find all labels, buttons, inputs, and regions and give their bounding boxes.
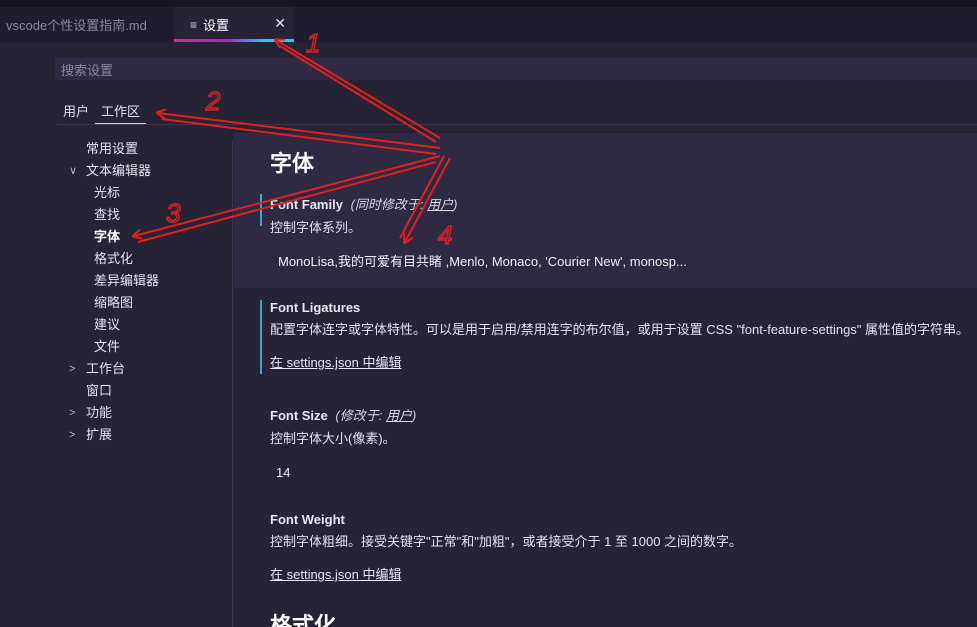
tab-settings[interactable]: ≡ 设置 ✕ — [174, 7, 294, 42]
chevron-right-icon[interactable]: > — [69, 402, 81, 424]
scope-tab-label: 工作区 — [101, 104, 141, 119]
toc-label: 字体 — [94, 229, 121, 244]
toc-label: 格式化 — [94, 251, 134, 266]
lines-icon: ≡ — [190, 17, 198, 32]
toc-label: 差异编辑器 — [94, 273, 160, 288]
chevron-down-icon[interactable]: ∨ — [69, 160, 81, 182]
setting-title: Font Weight — [270, 512, 345, 527]
setting-title: Font Family — [270, 197, 343, 212]
edit-in-settings-json-link[interactable]: 在 settings.json 中编辑 — [270, 564, 975, 583]
toc-item-features[interactable]: > 功能 — [62, 402, 232, 424]
setting-description: 控制字体粗细。接受关键字"正常"和"加粗"，或者接受介于 1 至 1000 之间… — [270, 534, 743, 549]
toc-label: 常用设置 — [86, 141, 139, 156]
setting-description: 控制字体大小(像素)。 — [270, 431, 396, 446]
toc-label: 文本编辑器 — [86, 163, 152, 178]
scope-tab-workspace[interactable]: 工作区 — [95, 96, 147, 124]
scope-divider — [57, 124, 977, 125]
search-placeholder: 搜索设置 — [61, 62, 114, 78]
search-settings-input[interactable]: 搜索设置 — [55, 58, 977, 80]
toc-label: 工作台 — [86, 361, 126, 376]
setting-title: Font Size — [270, 408, 328, 423]
setting-font-ligatures: Font Ligatures 配置字体连字或字体特性。可以是用于启用/禁用连字的… — [260, 300, 975, 374]
close-icon[interactable]: ✕ — [274, 15, 286, 32]
setting-title: Font Ligatures — [270, 300, 361, 315]
section-title: 字体 — [270, 151, 315, 176]
active-tab-indicator — [174, 39, 294, 42]
toc-item-window[interactable]: 窗口 — [62, 380, 232, 402]
modified-suffix: ) — [411, 408, 417, 423]
toc-label: 缩略图 — [94, 295, 134, 310]
settings-toc: 常用设置 ∨ 文本编辑器 光标 查找 字体 格式化 差异编辑器 缩略图 建议 文… — [62, 138, 232, 446]
toc-item-text-editor[interactable]: ∨ 文本编辑器 — [62, 160, 232, 182]
toc-item-font[interactable]: 字体 — [62, 226, 232, 248]
setting-description: 配置字体连字或字体特性。可以是用于启用/禁用连字的布尔值，或用于设置 CSS "… — [270, 322, 970, 337]
setting-description: 控制字体系列。 — [270, 220, 362, 235]
scope-tab-user[interactable]: 用户 — [57, 96, 95, 124]
toc-label: 扩展 — [86, 427, 113, 442]
modified-indicator — [260, 194, 262, 226]
chevron-right-icon[interactable]: > — [69, 424, 81, 446]
scope-tab-label: 用户 — [63, 104, 90, 119]
toc-item-minimap[interactable]: 缩略图 — [62, 292, 232, 314]
toc-item-find[interactable]: 查找 — [62, 204, 232, 226]
modified-note: (同时修改于: 用户) — [351, 197, 458, 212]
modified-scope-link[interactable]: 用户 — [427, 197, 453, 212]
tab-label: 设置 — [203, 18, 230, 33]
font-size-input[interactable]: 14 — [270, 461, 975, 485]
edit-in-settings-json-link[interactable]: 在 settings.json 中编辑 — [270, 352, 975, 371]
toc-item-workbench[interactable]: > 工作台 — [62, 358, 232, 380]
chevron-right-icon[interactable]: > — [69, 358, 81, 380]
setting-font-weight: Font Weight 控制字体粗细。接受关键字"正常"和"加粗"，或者接受介于… — [270, 512, 975, 583]
toc-item-common[interactable]: 常用设置 — [62, 138, 232, 160]
setting-title-row: Font Size (修改于: 用户) — [270, 405, 975, 424]
toc-item-formatting[interactable]: 格式化 — [62, 248, 232, 270]
toc-item-cursor[interactable]: 光标 — [62, 182, 232, 204]
tab-label: vscode个性设置指南.md — [6, 18, 147, 33]
modified-prefix: (修改于: — [335, 408, 386, 423]
toc-item-extensions[interactable]: > 扩展 — [62, 424, 232, 446]
tab-markdown-file[interactable]: vscode个性设置指南.md — [0, 7, 176, 42]
title-strip — [0, 0, 977, 7]
scope-tabs: 用户 工作区 — [57, 96, 147, 124]
setting-title-row: Font Family (同时修改于: 用户) — [270, 194, 975, 213]
toc-item-suggestions[interactable]: 建议 — [62, 314, 232, 336]
toc-label: 查找 — [94, 207, 121, 222]
annotation-number: 2 — [205, 86, 221, 116]
modified-indicator — [260, 300, 262, 374]
tab-bar: vscode个性设置指南.md ≡ 设置 ✕ — [0, 0, 977, 42]
setting-font-size: Font Size (修改于: 用户) 控制字体大小(像素)。 14 — [270, 405, 975, 485]
toc-divider — [232, 140, 233, 627]
toc-label: 光标 — [94, 185, 121, 200]
toc-label: 功能 — [86, 405, 113, 420]
setting-font-family: Font Family (同时修改于: 用户) 控制字体系列。 MonoLisa… — [260, 194, 975, 274]
modified-scope-link[interactable]: 用户 — [386, 408, 412, 423]
toc-label: 窗口 — [86, 383, 113, 398]
modified-suffix: ) — [453, 197, 458, 212]
toc-label: 文件 — [94, 339, 121, 354]
modified-note: (修改于: 用户) — [335, 408, 416, 423]
toc-item-files[interactable]: 文件 — [62, 336, 232, 358]
font-family-input[interactable]: MonoLisa,我的可爱有目共睹 ,Menlo, Monaco, 'Couri… — [270, 250, 975, 274]
modified-prefix: (同时修改于: — [350, 197, 428, 212]
toc-item-diff-editor[interactable]: 差异编辑器 — [62, 270, 232, 292]
toc-label: 建议 — [94, 317, 121, 332]
section-title-next: 格式化 — [270, 613, 337, 627]
settings-list: 字体 Font Family (同时修改于: 用户) 控制字体系列。 MonoL… — [234, 130, 977, 627]
